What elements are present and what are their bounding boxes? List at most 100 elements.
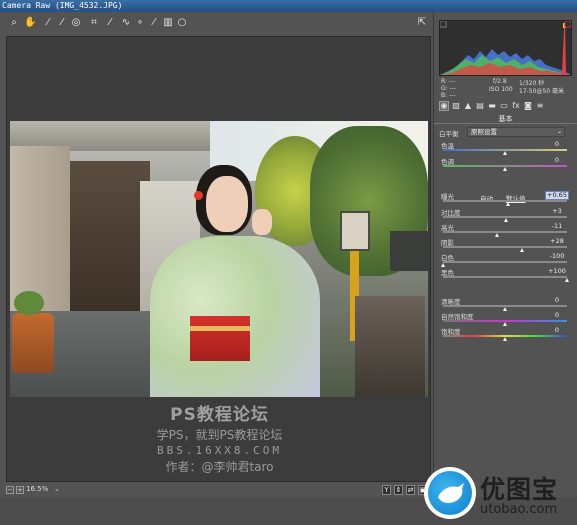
slider-value[interactable]: +3 [545, 207, 569, 215]
white-balance-icon[interactable]: ⁄ [42, 17, 54, 29]
watermark-url: BBS.16XX8.COM [156, 444, 283, 457]
slider-row: 对比度 +3 [441, 207, 571, 222]
slider-value[interactable]: -100 [545, 252, 569, 260]
slider-track[interactable] [443, 246, 567, 248]
spot-removal-icon[interactable]: ∿ [120, 17, 132, 29]
radial-filter-icon[interactable]: ○ [176, 17, 188, 29]
slider-value[interactable]: +28 [545, 237, 569, 245]
camera-raw-window: Camera Raw (IMG_4532.JPG) ⌕ ✋ ⁄ ⁄ ◎ ⌗ ⁄ … [0, 0, 577, 525]
face [206, 176, 248, 232]
straighten-icon[interactable]: ⁄ [104, 17, 116, 29]
tab-split-toning-icon[interactable]: ▬ [488, 102, 496, 110]
camera-info: R: --- G: --- B: --- f/2.8 1/320 秒 ISO 1… [439, 78, 572, 100]
tab-tone-curve-icon[interactable]: ▨ [452, 102, 460, 110]
status-bar: − + 16.5% ⌄ Y ⇕ ⇄ ▣ [0, 483, 431, 497]
histogram [439, 20, 572, 76]
tab-basic-icon[interactable]: ◉ [439, 101, 449, 111]
hand-icon[interactable]: ✋ [24, 17, 36, 29]
obi-cord [190, 326, 250, 331]
slider-thumb[interactable] [502, 337, 507, 341]
slider-value[interactable]: 0 [545, 140, 569, 148]
slider-track[interactable] [443, 276, 567, 278]
slider-row: 阴影 +28 [441, 237, 571, 252]
obi-belt [190, 316, 250, 361]
slider-row: 色温 0 [441, 140, 571, 155]
green-readout: G: --- [441, 85, 457, 92]
slider-row: 高光 -11 [441, 222, 571, 237]
histogram-graph [439, 20, 572, 75]
iso: ISO 100 [489, 86, 513, 93]
color-sampler-icon[interactable]: ⁄ [56, 17, 68, 29]
slider-value[interactable]: 0 [545, 296, 569, 304]
zoom-in-button[interactable]: + [16, 486, 24, 494]
slider-row: 色调 0 [441, 156, 571, 171]
wooden-box [355, 296, 425, 397]
bird-shape [438, 483, 464, 503]
adjust-panel: R: --- G: --- B: --- f/2.8 1/320 秒 ISO 1… [433, 12, 577, 497]
slider-track[interactable] [443, 231, 567, 233]
watermark-author: 作者：@李帅君taro [165, 460, 274, 474]
before-after-button[interactable]: ⇕ [394, 485, 403, 495]
shop-entrance [70, 161, 150, 311]
logo-text: 优图宝 [480, 475, 559, 504]
slider-thumb[interactable] [564, 278, 569, 282]
slider-row: 曝光 +0.65 [441, 191, 571, 206]
wb-label: 白平衡 [439, 130, 459, 138]
zoom-icon[interactable]: ⌕ [8, 17, 20, 29]
window-title: Camera Raw (IMG_4532.JPG) [0, 0, 577, 12]
chevron-down-icon[interactable]: ⌄ [54, 485, 60, 493]
wb-value: 原照设置 [471, 128, 497, 136]
tab-lens-icon[interactable]: ▭ [500, 102, 508, 110]
utobao-logo: 优图宝 utobao.com [420, 467, 577, 525]
hand [252, 209, 272, 235]
tab-detail-icon[interactable]: ▲ [464, 102, 472, 110]
zoom-level[interactable]: 16.5% [26, 485, 48, 493]
graduated-filter-icon[interactable]: ▥ [162, 17, 174, 29]
bird-icon [428, 471, 472, 515]
zoom-out-button[interactable]: − [6, 486, 14, 494]
slider-row: 自然饱和度 0 [441, 311, 571, 326]
target-adjust-icon[interactable]: ◎ [70, 17, 82, 29]
slider-track[interactable] [443, 200, 567, 202]
preferences-icon[interactable]: ⇱ [416, 17, 428, 29]
chevron-down-icon: ⌄ [556, 128, 562, 135]
slider-row: 黑色 +100 [441, 267, 571, 282]
logo-url: utobao.com [480, 502, 558, 517]
tab-camera-calibration-icon[interactable]: ◙ [524, 102, 532, 110]
slider-value[interactable]: 0 [545, 326, 569, 334]
slider-row: 清晰度 0 [441, 296, 571, 311]
preview-canvas[interactable]: PS教程论坛 学PS，就到PS教程论坛 BBS.16XX8.COM 作者：@李帅… [6, 36, 431, 482]
slider-value[interactable]: +100 [545, 267, 569, 275]
tab-presets-icon[interactable]: ≡ [536, 102, 544, 110]
panel-tabs: ◉ ▨ ▲ ▤ ▬ ▭ fx ◙ ≡ [438, 101, 574, 112]
watermark-title: PS教程论坛 [170, 405, 269, 425]
slider-thumb[interactable] [502, 167, 507, 171]
tab-hsl-icon[interactable]: ▤ [476, 102, 484, 110]
preview-photo [10, 121, 428, 397]
parked-car [390, 231, 428, 271]
slider-row: 白色 -100 [440, 252, 571, 267]
plant [14, 291, 44, 315]
white-balance-row: 白平衡 原照设置 ⌄ [439, 127, 573, 138]
wall [10, 146, 70, 316]
slider-value[interactable]: +0.65 [545, 191, 569, 200]
lens: 17-50@50 毫米 [519, 88, 564, 95]
section-title: 基本 [434, 114, 577, 124]
red-eye-icon[interactable]: ∘ [134, 17, 146, 29]
crop-icon[interactable]: ⌗ [88, 17, 100, 29]
slider-value[interactable]: 0 [545, 156, 569, 164]
slider-thumb[interactable] [502, 151, 507, 155]
lantern-sign [340, 211, 370, 251]
preview-toggle-button[interactable]: Y [382, 485, 391, 495]
slider-thumb[interactable] [506, 202, 511, 206]
slider-value[interactable]: 0 [545, 311, 569, 319]
hair-flower [194, 191, 203, 200]
white-balance-select[interactable]: 原照设置 ⌄ [467, 127, 565, 137]
adjustment-brush-icon[interactable]: ⁄ [148, 17, 160, 29]
slider-track[interactable] [443, 261, 567, 263]
blue-readout: B: --- [441, 92, 456, 99]
red-readout: R: --- [441, 78, 456, 85]
tab-effects-icon[interactable]: fx [512, 102, 520, 110]
swap-settings-button[interactable]: ⇄ [406, 485, 415, 495]
slider-value[interactable]: -11 [545, 222, 569, 230]
